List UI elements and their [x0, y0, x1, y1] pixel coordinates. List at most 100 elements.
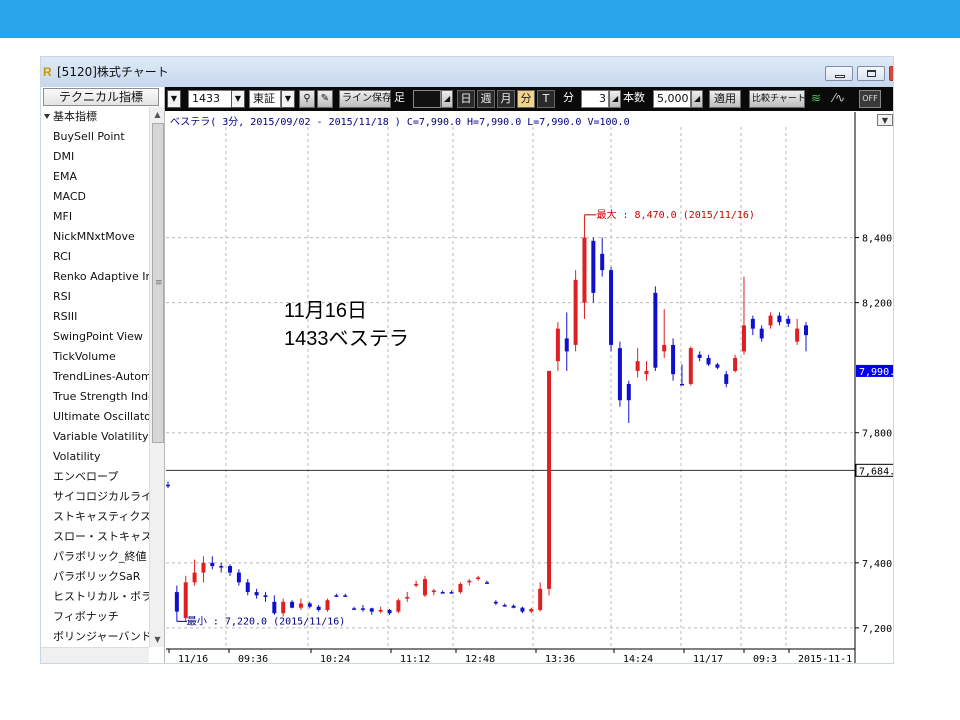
- sidebar-item[interactable]: パラボリックSaR: [41, 567, 149, 587]
- candle-body: [174, 592, 179, 612]
- sidebar-item[interactable]: ボリンジャーバンド: [41, 627, 149, 647]
- sidebar-item[interactable]: RSIII: [41, 307, 149, 327]
- sidebar-item[interactable]: エンベロープ: [41, 467, 149, 487]
- candle-body: [422, 579, 427, 596]
- candle-body: [219, 566, 224, 568]
- candle-body: [715, 364, 720, 368]
- candle-body: [476, 577, 481, 580]
- sidebar-item[interactable]: True Strength Index: [41, 387, 149, 407]
- chart-menu-dropdown-icon[interactable]: ▼: [877, 114, 893, 126]
- sidebar-item[interactable]: スロー・ストキャスティクス: [41, 527, 149, 547]
- close-button[interactable]: [889, 66, 893, 81]
- y-tick-label: 7,400.0: [862, 559, 894, 570]
- sidebar-item[interactable]: サイコロジカルライン: [41, 487, 149, 507]
- sidebar-item[interactable]: Ultimate Oscillator: [41, 407, 149, 427]
- candle-body: [360, 608, 365, 610]
- trend-line-icon[interactable]: ⁄∿: [833, 90, 855, 108]
- x-tick-label: 09:3: [753, 654, 777, 664]
- sidebar-item[interactable]: RCI: [41, 247, 149, 267]
- candle-body: [352, 608, 357, 610]
- sidebar-horizontal-scrollbar[interactable]: [41, 647, 149, 663]
- title-bar[interactable]: R [5120]株式チャート: [41, 57, 893, 87]
- tab-month[interactable]: 月: [497, 90, 515, 108]
- sidebar-item[interactable]: EMA: [41, 167, 149, 187]
- candle-body: [679, 383, 684, 386]
- minimize-button[interactable]: [825, 66, 853, 81]
- candlestick-chart[interactable]: 8,400.0 8,200.0 7,800.0 7,400.0 7,200.0 11/16…: [166, 112, 894, 664]
- candle-body: [183, 582, 188, 619]
- maximize-button[interactable]: [857, 66, 885, 81]
- sidebar-item[interactable]: 基本指標: [41, 107, 149, 127]
- sidebar-item[interactable]: NickMNxtMove: [41, 227, 149, 247]
- candle-body: [236, 572, 241, 583]
- tab-tick[interactable]: T: [537, 90, 555, 108]
- candle-body: [733, 357, 738, 371]
- candle-body: [502, 605, 507, 607]
- scroll-thumb[interactable]: ≡: [152, 123, 164, 443]
- window-title: [5120]株式チャート: [57, 65, 169, 79]
- sidebar-item[interactable]: SwingPoint View: [41, 327, 149, 347]
- maximize-icon: [867, 70, 876, 77]
- edit-icon[interactable]: ✎: [317, 90, 333, 108]
- menu-dropdown-icon[interactable]: ▼: [167, 90, 181, 108]
- sidebar-item[interactable]: MACD: [41, 187, 149, 207]
- annotation-stock: 1433ベステラ: [284, 328, 409, 350]
- indicator-chart-icon[interactable]: ≋: [811, 90, 829, 108]
- tab-day[interactable]: 日: [457, 90, 475, 108]
- minute-label: 分: [563, 91, 574, 104]
- tab-week[interactable]: 週: [477, 90, 495, 108]
- ashi-input[interactable]: [413, 90, 441, 108]
- ashi-spinner-icon[interactable]: ◢: [441, 90, 453, 108]
- candle-body: [290, 601, 295, 608]
- tab-minute[interactable]: 分: [517, 90, 535, 108]
- code-dropdown-icon[interactable]: ▼: [231, 90, 245, 108]
- candle-body: [396, 600, 401, 612]
- candle-body: [786, 318, 791, 324]
- candle-body: [688, 348, 693, 384]
- count-spinner-icon[interactable]: ◢: [691, 90, 703, 108]
- sidebar-item[interactable]: ヒストリカル・ボラティリティ: [41, 587, 149, 607]
- candle-body: [697, 354, 702, 358]
- off-toggle[interactable]: OFF: [859, 90, 881, 108]
- sidebar-item[interactable]: MFI: [41, 207, 149, 227]
- sidebar-item[interactable]: BuySell Point: [41, 127, 149, 147]
- sidebar-item[interactable]: TrendLines-Automa: [41, 367, 149, 387]
- candle-body: [768, 315, 773, 326]
- sidebar-scrollbar[interactable]: ▲ ≡ ▼: [149, 107, 164, 647]
- sidebar-item[interactable]: フィボナッチ: [41, 607, 149, 627]
- scroll-down-icon[interactable]: ▼: [150, 632, 164, 647]
- candle-body: [166, 484, 170, 487]
- candle-body: [325, 600, 330, 610]
- stock-code-input[interactable]: 1433: [188, 90, 234, 108]
- x-tick-label: 2015-11-1: [798, 654, 852, 664]
- scroll-up-icon[interactable]: ▲: [150, 107, 164, 122]
- sidebar-item[interactable]: TickVolume: [41, 347, 149, 367]
- apply-button[interactable]: 適用: [709, 90, 741, 108]
- sidebar-item[interactable]: DMI: [41, 147, 149, 167]
- candle-body: [591, 240, 596, 293]
- sidebar-header-technical[interactable]: テクニカル指標: [43, 88, 159, 106]
- line-save-button[interactable]: ライン保存: [339, 90, 392, 108]
- sidebar-item[interactable]: パラボリック_終値: [41, 547, 149, 567]
- price-chart[interactable]: 8,400.0 8,200.0 7,800.0 7,400.0 7,200.0 11/16…: [166, 112, 894, 664]
- search-icon[interactable]: ⚲: [299, 90, 315, 108]
- minute-spinner-icon[interactable]: ◢: [609, 90, 621, 108]
- count-input[interactable]: 5,000: [653, 90, 691, 108]
- sidebar-item[interactable]: Variable Volatility: [41, 427, 149, 447]
- sidebar-item[interactable]: RSI: [41, 287, 149, 307]
- minute-interval-input[interactable]: 3: [581, 90, 609, 108]
- market-select[interactable]: 東証: [249, 90, 281, 108]
- candle-body: [626, 383, 631, 401]
- market-dropdown-icon[interactable]: ▼: [281, 90, 295, 108]
- candle-body: [378, 609, 383, 612]
- max-label: 最大 : 8,470.0 (2015/11/16): [596, 208, 754, 221]
- top-banner: [0, 0, 960, 38]
- sidebar-item[interactable]: ストキャスティクス: [41, 507, 149, 527]
- candle-body: [582, 237, 587, 303]
- sidebar-item[interactable]: Volatility: [41, 447, 149, 467]
- x-tick-label: 11/17: [693, 654, 723, 664]
- candle-body: [777, 315, 782, 323]
- compare-chart-button[interactable]: 比較チャート: [749, 90, 806, 108]
- candle-body: [307, 603, 312, 607]
- sidebar-item[interactable]: Renko Adaptive Ind: [41, 267, 149, 287]
